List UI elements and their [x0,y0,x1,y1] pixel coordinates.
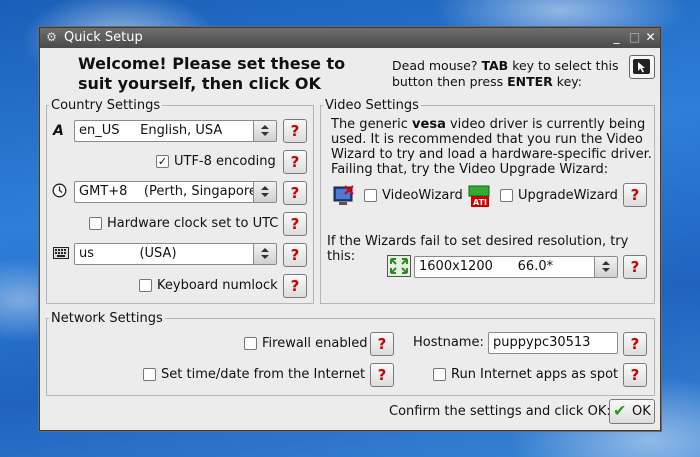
timezone-value: GMT+8 (Perth, Singapore [79,184,257,199]
firewall-label: Firewall enabled [262,336,368,351]
gear-icon: ⚙ [46,30,57,44]
upgradewizard-label: UpgradeWizard [518,188,618,203]
welcome-heading: Welcome! Please set these to suit yourse… [78,54,345,94]
hostname-input[interactable]: puppypc30513 [488,332,618,354]
utf8-label: UTF-8 encoding [174,154,276,169]
firewall-checkbox[interactable]: Firewall enabled [244,336,367,351]
country-settings-legend: Country Settings [51,98,161,113]
checkbox-unchecked-icon[interactable] [500,189,513,202]
utf8-help-button[interactable]: ? [283,150,307,174]
locale-combo[interactable]: en_US English, USA [74,120,277,142]
video-description: The generic vesa video driver is current… [331,117,652,177]
spot-help-button[interactable]: ? [623,363,647,387]
resolution-value: 1600x1200 66.0* [419,259,554,274]
checkbox-unchecked-icon[interactable] [244,337,257,350]
combo-arrows-icon[interactable] [253,182,276,202]
upgradewizard-checkbox[interactable]: UpgradeWizard [500,188,618,203]
locale-help-button[interactable]: ? [283,119,307,143]
checkbox-unchecked-icon[interactable] [89,217,102,230]
clock-icon [52,183,67,202]
window-title: Quick Setup [64,30,143,45]
mouse-icon [633,59,650,74]
numlock-help-button[interactable]: ? [283,274,307,298]
video-desc-line-4: Failing that, try the Video Upgrade Wiza… [331,162,609,177]
settime-checkbox[interactable]: Set time/date from the Internet [143,367,365,382]
keyboard-combo[interactable]: us (USA) [74,243,277,265]
fullscreen-icon [387,255,411,281]
minimize-button[interactable]: _ [610,31,623,44]
quick-setup-window: ⚙ Quick Setup _ □ ✕ Welcome! Please set … [39,27,661,431]
checkmark-icon: ✔ [613,401,627,420]
spot-checkbox[interactable]: Run Internet apps as spot [433,367,618,382]
welcome-line-1: Welcome! Please set these to [78,54,346,73]
confirm-text: Confirm the settings and click OK: [389,404,611,419]
dead-mouse-button[interactable] [629,55,655,79]
close-button[interactable]: ✕ [644,31,657,44]
resolution-combo[interactable]: 1600x1200 66.0* [414,256,618,278]
keyboard-help-button[interactable]: ? [283,243,307,267]
checkbox-unchecked-icon[interactable] [143,368,156,381]
videowizard-checkbox[interactable]: VideoWizard [364,188,463,203]
locale-value: en_US English, USA [79,123,223,138]
settime-label: Set time/date from the Internet [161,367,366,382]
resolution-help-button[interactable]: ? [623,255,647,279]
spot-label: Run Internet apps as spot [451,367,619,382]
dead-mouse-hint: Dead mouse? TAB key to select this butto… [392,58,619,90]
hostname-value: puppypc30513 [493,335,591,350]
combo-arrows-icon[interactable] [253,244,276,264]
hwclock-label: Hardware clock set to UTC [107,216,279,231]
timezone-combo[interactable]: GMT+8 (Perth, Singapore [74,181,277,203]
keyboard-icon [53,247,69,263]
hwclock-checkbox[interactable]: Hardware clock set to UTC [89,216,278,231]
font-icon: A [53,123,64,139]
hostname-label: Hostname: [413,335,484,350]
maximize-button[interactable]: □ [628,31,641,44]
dead-mouse-line-2: button then press ENTER key: [392,74,582,89]
hwclock-help-button[interactable]: ? [283,212,307,236]
numlock-label: Keyboard numlock [157,278,278,293]
network-settings-legend: Network Settings [51,311,163,326]
hostname-help-button[interactable]: ? [623,332,647,356]
checkbox-unchecked-icon[interactable] [364,189,377,202]
videowizard-label: VideoWizard [382,188,463,203]
checkbox-unchecked-icon[interactable] [433,368,446,381]
video-desc-line-3: Wizard to try and load a hardware-specif… [331,147,652,162]
combo-arrows-icon[interactable] [253,121,276,141]
keyboard-value: us (USA) [79,246,177,261]
ati-card-icon: ATI [467,184,491,212]
timezone-help-button[interactable]: ? [283,181,307,205]
ok-label: OK [632,404,651,419]
numlock-checkbox[interactable]: Keyboard numlock [139,278,278,293]
dead-mouse-line-1: Dead mouse? TAB key to select this [392,58,619,73]
video-desc-line-2: used. It is recommended that you run the… [331,132,643,147]
videowizard-help-button[interactable]: ? [623,183,647,207]
firewall-help-button[interactable]: ? [370,332,394,356]
title-bar[interactable]: ⚙ Quick Setup _ □ ✕ [40,28,660,48]
svg-text:ATI: ATI [473,198,487,207]
checkbox-unchecked-icon[interactable] [139,279,152,292]
utf8-checkbox[interactable]: ✓ UTF-8 encoding [156,154,276,169]
monitor-icon [333,184,355,212]
combo-arrows-icon[interactable] [594,257,617,277]
checkbox-checked-icon[interactable]: ✓ [156,155,169,168]
video-desc-line-1: The generic vesa video driver is current… [331,117,646,132]
welcome-line-2: suit yourself, then click OK [78,74,321,93]
video-settings-legend: Video Settings [325,98,419,113]
ok-button[interactable]: ✔ OK [609,399,655,424]
settime-help-button[interactable]: ? [370,363,394,387]
